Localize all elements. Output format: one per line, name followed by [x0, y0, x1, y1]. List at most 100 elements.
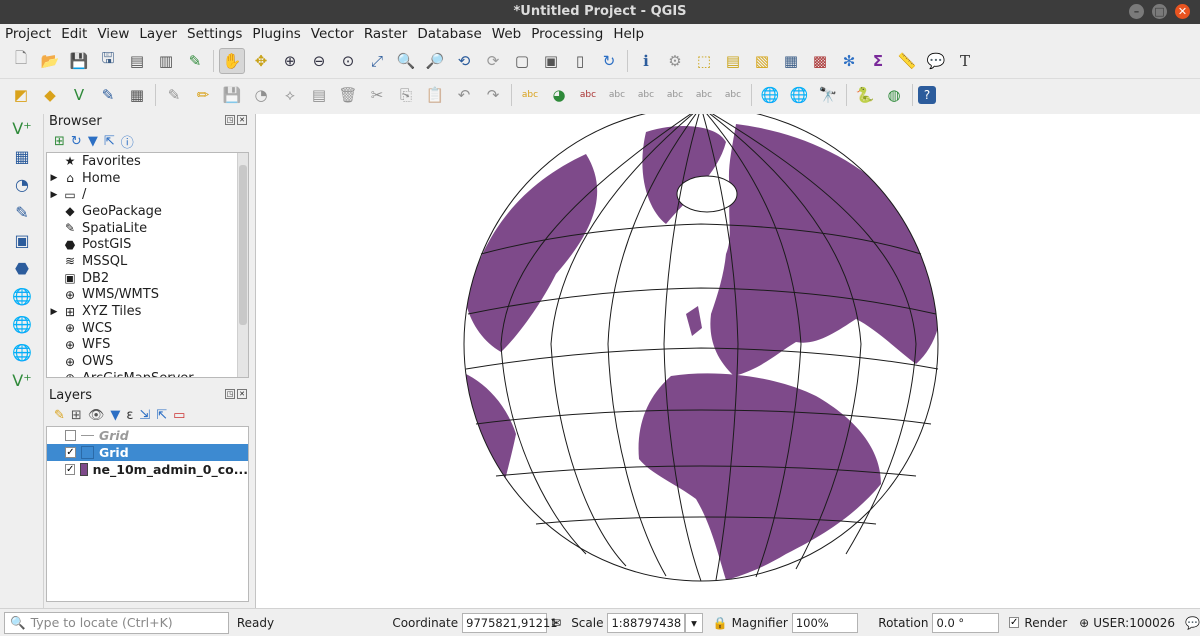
browser-item[interactable]: ⊕ OWS [47, 353, 248, 370]
float-layers-panel-icon[interactable]: ◳ [225, 389, 235, 399]
lock-scale-icon[interactable]: 🔒 [713, 616, 728, 630]
save-edits-icon[interactable]: 💾 [219, 82, 245, 108]
browser-item[interactable]: ⬣ PostGIS [47, 236, 248, 253]
add-delimited-text-icon[interactable]: ✎ [0, 198, 44, 226]
zoom-last-icon[interactable]: ⟲ [451, 48, 477, 74]
zoom-to-layer-icon[interactable]: 🔎 [422, 48, 448, 74]
collapse-layers-icon[interactable]: ⇱ [156, 408, 167, 423]
filter-browser-icon[interactable]: ▼ [88, 134, 98, 149]
messages-icon[interactable]: 💬 [1185, 616, 1200, 630]
pan-icon[interactable]: ✋ [219, 47, 245, 74]
new-map-view-icon[interactable]: ▢ [509, 48, 535, 74]
menu-plugins[interactable]: Plugins [247, 24, 305, 44]
grass-icon[interactable]: ◍ [881, 82, 907, 108]
collapse-all-icon[interactable]: ⇱ [104, 134, 115, 149]
menu-settings[interactable]: Settings [182, 24, 247, 44]
magnifier-field[interactable]: 100% [791, 612, 859, 633]
expand-all-icon[interactable]: ⇲ [139, 408, 150, 423]
browser-item[interactable]: ✎ SpatiaLite [47, 220, 248, 237]
menu-processing[interactable]: Processing [526, 24, 608, 44]
expand-arrow-icon[interactable]: ▶ [47, 173, 61, 183]
layer-visibility-checkbox[interactable] [65, 430, 76, 441]
layer-row[interactable]: ✓ ne_10m_admin_0_co... [47, 461, 248, 478]
zoom-full-icon[interactable]: ⤢ [364, 48, 390, 74]
diagram-options-icon[interactable]: ◕ [546, 82, 572, 108]
add-raster-layer-icon[interactable]: ▦ [0, 142, 44, 170]
new-geopackage-layer-icon[interactable]: ◆ [37, 82, 63, 108]
add-spatialite-layer-icon[interactable]: ▣ [0, 226, 44, 254]
attribute-table-icon[interactable]: ▦ [778, 48, 804, 74]
pan-to-selection-icon[interactable]: ✥ [248, 48, 274, 74]
locator-search[interactable]: 🔍 Type to locate (Ctrl+K) [4, 611, 229, 634]
add-group-icon[interactable]: ⊞ [71, 408, 82, 423]
metasearch-help-icon[interactable]: 🔭 [815, 82, 841, 108]
identify-icon[interactable]: ℹ [633, 48, 659, 74]
add-wfs-layer-icon[interactable]: 🌐 [0, 338, 44, 366]
refresh-browser-icon[interactable]: ↻ [71, 134, 82, 149]
browser-item[interactable]: ≋ MSSQL [47, 253, 248, 270]
add-feature-icon[interactable]: ◔ [248, 82, 274, 108]
add-mesh-layer-icon[interactable]: ◔ [0, 170, 44, 198]
bookmark-icon[interactable]: ▯ [567, 48, 593, 74]
browser-item[interactable]: ★ Favorites [47, 153, 248, 170]
statistics-icon[interactable]: Σ [865, 48, 891, 74]
field-calculator-icon[interactable]: ▩ [807, 48, 833, 74]
copy-features-icon[interactable]: ⎘ [393, 82, 419, 108]
open-project-icon[interactable]: 📂 [37, 48, 63, 74]
zoom-native-icon[interactable]: ⊙ [335, 48, 361, 74]
highlight-pinned-labels-icon[interactable]: abc [575, 82, 601, 108]
menu-web[interactable]: Web [487, 24, 526, 44]
metasearch-settings-icon[interactable]: 🌐 [786, 82, 812, 108]
menu-project[interactable]: Project [0, 24, 56, 44]
browser-item[interactable]: ▶ ⌂ Home [47, 170, 248, 187]
python-console-icon[interactable]: 🐍 [852, 82, 878, 108]
add-virtual-layer-icon[interactable]: V⁺ [0, 366, 44, 394]
redo-icon[interactable]: ↷ [480, 82, 506, 108]
new-shapefile-icon[interactable]: V [66, 82, 92, 108]
filter-by-expression-icon[interactable]: ε [126, 408, 133, 423]
new-3d-view-icon[interactable]: ▣ [538, 48, 564, 74]
browser-item[interactable]: ▣ DB2 [47, 270, 248, 287]
crs-globe-icon[interactable]: ⊕ [1079, 616, 1089, 630]
browser-item[interactable]: ⊕ WMS/WMTS [47, 287, 248, 304]
layout-manager-icon[interactable]: ▥ [153, 48, 179, 74]
zoom-out-icon[interactable]: ⊖ [306, 48, 332, 74]
move-label-icon[interactable]: abc [662, 82, 688, 108]
extent-toggle-icon[interactable]: ✉ [551, 616, 561, 630]
expand-arrow-icon[interactable]: ▶ [47, 307, 61, 317]
menu-help[interactable]: Help [608, 24, 649, 44]
zoom-in-icon[interactable]: ⊕ [277, 48, 303, 74]
data-source-manager-icon[interactable]: ◩ [8, 82, 34, 108]
add-wms-layer-icon[interactable]: 🌐 [0, 282, 44, 310]
crs-label[interactable]: USER:100026 [1093, 616, 1175, 630]
zoom-to-selection-icon[interactable]: 🔍 [393, 48, 419, 74]
vertex-tool-icon[interactable]: ⟡ [277, 82, 303, 108]
menu-view[interactable]: View [92, 24, 134, 44]
coordinate-field[interactable]: 9775821,91211 [462, 612, 558, 633]
menu-layer[interactable]: Layer [134, 24, 182, 44]
rotation-field[interactable]: 0.0 ° [932, 612, 999, 633]
text-annotation-icon[interactable]: T [952, 48, 978, 74]
menu-vector[interactable]: Vector [306, 24, 359, 44]
measure-icon[interactable]: 📏 [894, 48, 920, 74]
zoom-next-icon[interactable]: ⟳ [480, 48, 506, 74]
show-hide-labels-icon[interactable]: abc [633, 82, 659, 108]
layer-row[interactable]: Grid [47, 427, 248, 444]
refresh-icon[interactable]: ↻ [596, 48, 622, 74]
menu-edit[interactable]: Edit [56, 24, 92, 44]
modify-attributes-icon[interactable]: ▤ [306, 82, 332, 108]
undo-icon[interactable]: ↶ [451, 82, 477, 108]
minimize-button[interactable]: – [1129, 4, 1144, 19]
add-selected-layers-icon[interactable]: ⊞ [54, 134, 65, 149]
open-layer-styling-icon[interactable]: ✎ [54, 408, 65, 423]
select-features-icon[interactable]: ⬚ [691, 48, 717, 74]
browser-item[interactable]: ⊕ WFS [47, 337, 248, 354]
pin-labels-icon[interactable]: abc [604, 82, 630, 108]
save-as-icon[interactable]: 🖫 [95, 48, 121, 74]
menu-raster[interactable]: Raster [359, 24, 413, 44]
toggle-editing-icon[interactable]: ✏ [190, 82, 216, 108]
delete-selected-icon[interactable]: 🗑 [335, 82, 361, 108]
layer-row[interactable]: ✓ Grid [47, 444, 248, 461]
menu-database[interactable]: Database [412, 24, 486, 44]
map-canvas[interactable] [255, 106, 1200, 608]
